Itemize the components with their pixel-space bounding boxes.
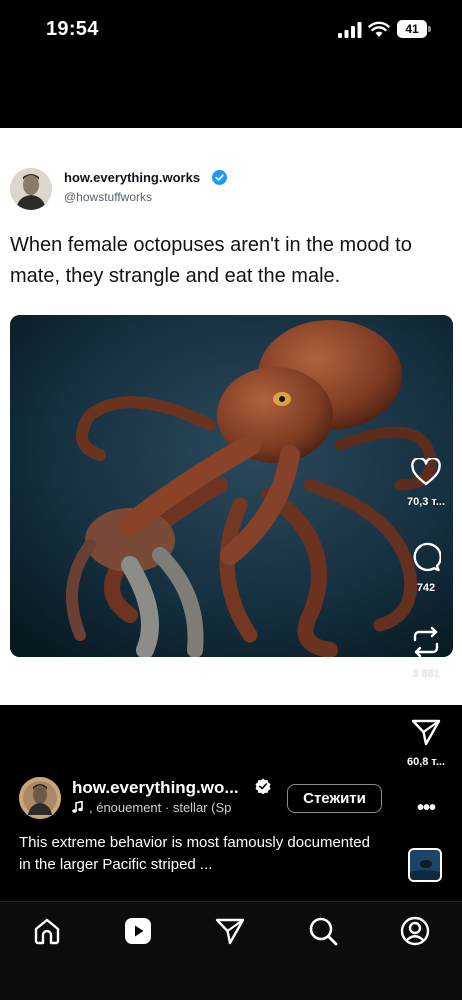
reel-username[interactable]: how.everything.wo...	[72, 778, 239, 798]
profile-icon[interactable]	[400, 916, 430, 946]
home-icon[interactable]	[32, 916, 62, 946]
music-note-icon	[72, 800, 83, 813]
reel-music[interactable]: , énouement · stellar (Sp	[72, 800, 231, 815]
repost-icon[interactable]	[411, 626, 441, 658]
bottom-nav	[0, 901, 462, 1000]
follow-button[interactable]: Стежити	[287, 784, 382, 813]
comment-icon[interactable]	[411, 542, 441, 572]
verified-icon	[212, 170, 227, 185]
status-time: 19:54	[46, 18, 99, 40]
share-icon[interactable]	[411, 718, 441, 746]
heart-icon[interactable]	[411, 458, 441, 486]
repost-action[interactable]: 3 881	[406, 626, 446, 680]
tweet-handle[interactable]: @howstuffworks	[64, 190, 152, 204]
battery-icon: 41	[397, 20, 431, 38]
tweet-card[interactable]: how.everything.works @howstuffworks When…	[0, 128, 462, 705]
tweet-photo[interactable]	[10, 315, 453, 657]
audio-thumbnail[interactable]	[408, 848, 442, 882]
reels-icon[interactable]	[123, 916, 153, 946]
tweet-text: When female octopuses aren't in the mood…	[10, 234, 412, 287]
reel-avatar[interactable]	[19, 777, 61, 819]
repost-count: 3 881	[412, 668, 440, 680]
signal-icon	[338, 22, 362, 38]
share-action[interactable]: 60,8 т...	[406, 718, 446, 768]
battery-level: 41	[397, 20, 427, 38]
like-count: 70,3 т...	[406, 496, 446, 508]
reel-caption[interactable]: This extreme behavior is most famously d…	[19, 832, 379, 876]
comment-count: 742	[416, 582, 436, 594]
like-action[interactable]: 70,3 т...	[406, 458, 446, 508]
reel-music-title: , énouement · stellar (Sp	[89, 800, 232, 815]
more-icon[interactable]: •••	[414, 798, 438, 821]
wifi-icon	[368, 21, 390, 37]
status-bar: 19:54 41	[0, 0, 462, 128]
search-icon[interactable]	[308, 916, 338, 946]
tweet-display-name[interactable]: how.everything.works	[64, 170, 200, 185]
send-icon[interactable]	[215, 916, 245, 946]
tweet-avatar[interactable]	[10, 168, 52, 210]
verified-icon	[255, 778, 271, 794]
comment-action[interactable]: 742	[406, 542, 446, 594]
share-count: 60,8 т...	[406, 756, 446, 768]
